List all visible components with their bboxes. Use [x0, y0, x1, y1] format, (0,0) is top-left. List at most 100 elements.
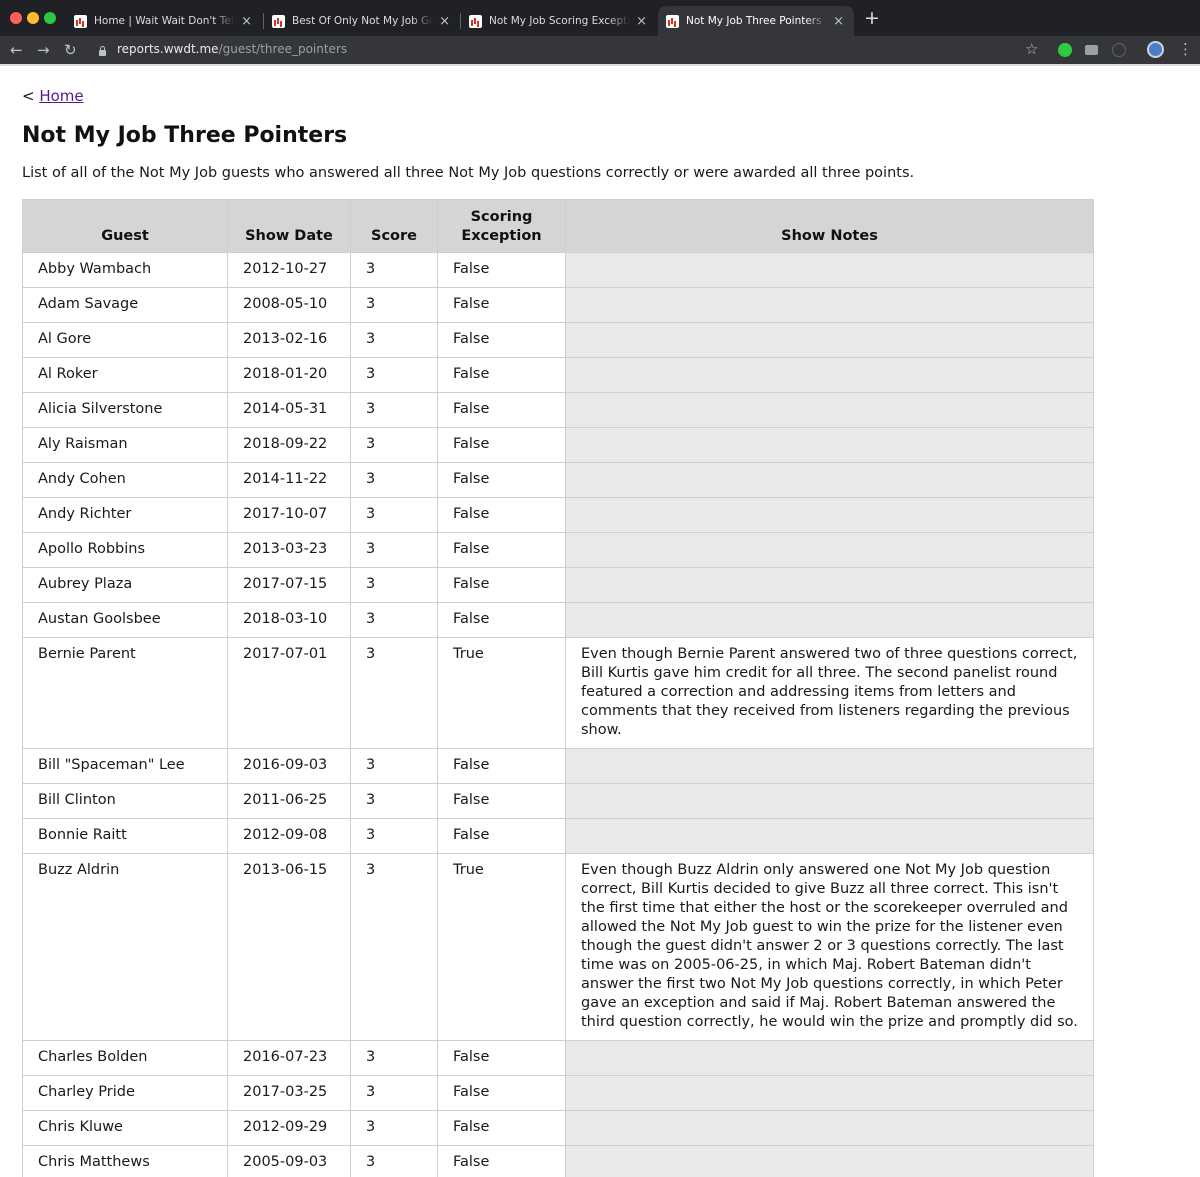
- table-row: Alicia Silverstone 2014-05-31 3 False: [22, 392, 1094, 428]
- tab-title: Home | Wait Wait Don't Tell Me! Stats: [94, 15, 236, 27]
- table-row: Andy Richter 2017-10-07 3 False: [22, 497, 1094, 533]
- score-cell: 3: [350, 392, 438, 428]
- scoring-exception-cell: True: [437, 853, 566, 1041]
- scoring-exception-cell: False: [437, 567, 566, 603]
- show-notes-cell: [565, 783, 1094, 819]
- guest-cell: Andy Cohen: [22, 462, 228, 498]
- tab-title: Not My Job Scoring Exceptions: [489, 15, 631, 27]
- browser-tab[interactable]: Home | Wait Wait Don't Tell Me! Stats ×: [66, 6, 262, 36]
- breadcrumb: < Home: [22, 87, 84, 105]
- guest-cell: Charles Bolden: [22, 1040, 228, 1076]
- guest-cell: Austan Goolsbee: [22, 602, 228, 638]
- tab-close-icon[interactable]: ×: [636, 14, 647, 29]
- guest-cell: Al Roker: [22, 357, 228, 393]
- show-date-cell: 2014-05-31: [227, 392, 351, 428]
- table-row: Adam Savage 2008-05-10 3 False: [22, 287, 1094, 323]
- menu-icon[interactable]: ⋮: [1178, 39, 1193, 59]
- show-notes-cell: [565, 427, 1094, 463]
- extension-icon[interactable]: [1058, 43, 1072, 57]
- browser-tab[interactable]: Best Of Only Not My Job Guests ×: [264, 6, 460, 36]
- show-date-cell: 2016-07-23: [227, 1040, 351, 1076]
- show-notes-cell: Even though Buzz Aldrin only answered on…: [565, 853, 1094, 1041]
- tab-title: Not My Job Three Pointers | Wait Wait: [686, 15, 828, 27]
- browser-tab-active[interactable]: Not My Job Three Pointers | Wait Wait ×: [658, 6, 854, 36]
- scoring-exception-cell: False: [437, 1145, 566, 1177]
- scoring-exception-cell: False: [437, 357, 566, 393]
- guest-cell: Andy Richter: [22, 497, 228, 533]
- show-date-cell: 2005-09-03: [227, 1145, 351, 1177]
- star-icon[interactable]: ☆: [1025, 39, 1038, 59]
- guest-cell: Bill "Spaceman" Lee: [22, 748, 228, 784]
- forward-icon[interactable]: →: [37, 40, 50, 60]
- url-path: /guest/three_pointers: [218, 42, 348, 56]
- show-notes-cell: [565, 602, 1094, 638]
- guest-cell: Bernie Parent: [22, 637, 228, 749]
- column-header-score: Score: [350, 199, 438, 253]
- show-date-cell: 2012-09-29: [227, 1110, 351, 1146]
- scoring-exception-cell: False: [437, 1110, 566, 1146]
- three-pointers-table: Guest Show Date Score Scoring Exception …: [22, 199, 1094, 1177]
- scoring-exception-cell: False: [437, 818, 566, 854]
- scoring-exception-cell: False: [437, 497, 566, 533]
- scoring-exception-cell: False: [437, 287, 566, 323]
- scoring-exception-cell: False: [437, 427, 566, 463]
- score-cell: 3: [350, 252, 438, 288]
- profile-icon[interactable]: [1147, 41, 1164, 58]
- column-header-show-date: Show Date: [227, 199, 351, 253]
- scoring-exception-cell: False: [437, 322, 566, 358]
- show-notes-cell: [565, 1145, 1094, 1177]
- column-header-show-notes: Show Notes: [565, 199, 1094, 253]
- show-date-cell: 2012-09-08: [227, 818, 351, 854]
- score-cell: 3: [350, 357, 438, 393]
- tab-close-icon[interactable]: ×: [439, 14, 450, 29]
- score-cell: 3: [350, 1110, 438, 1146]
- guest-cell: Charley Pride: [22, 1075, 228, 1111]
- show-date-cell: 2017-07-01: [227, 637, 351, 749]
- guest-cell: Aly Raisman: [22, 427, 228, 463]
- camera-icon[interactable]: [1085, 45, 1098, 55]
- show-notes-cell: [565, 1075, 1094, 1111]
- guest-cell: Aubrey Plaza: [22, 567, 228, 603]
- show-notes-cell: [565, 818, 1094, 854]
- score-cell: 3: [350, 748, 438, 784]
- score-cell: 3: [350, 462, 438, 498]
- maximize-window-button[interactable]: [44, 12, 56, 24]
- table-row: Charley Pride 2017-03-25 3 False: [22, 1075, 1094, 1111]
- new-tab-button[interactable]: +: [864, 8, 880, 28]
- column-header-scoring-exception: Scoring Exception: [437, 199, 566, 253]
- show-notes-cell: Even though Bernie Parent answered two o…: [565, 637, 1094, 749]
- info-icon[interactable]: [1112, 43, 1126, 57]
- site-favicon-icon: [74, 14, 87, 28]
- table-row: Buzz Aldrin 2013-06-15 3 True Even though Bu…: [22, 853, 1094, 1041]
- reload-icon[interactable]: ↻: [64, 40, 77, 60]
- address-bar[interactable]: reports.wwdt.me/guest/three_pointers: [117, 42, 347, 56]
- lock-icon[interactable]: [99, 46, 106, 56]
- site-favicon-icon: [469, 14, 482, 28]
- show-date-cell: 2018-01-20: [227, 357, 351, 393]
- scoring-exception-cell: False: [437, 252, 566, 288]
- browser-tab-strip: Home | Wait Wait Don't Tell Me! Stats × …: [0, 0, 1200, 36]
- tab-close-icon[interactable]: ×: [241, 14, 252, 29]
- show-notes-cell: [565, 1040, 1094, 1076]
- scoring-exception-cell: False: [437, 392, 566, 428]
- score-cell: 3: [350, 637, 438, 749]
- show-date-cell: 2012-10-27: [227, 252, 351, 288]
- tab-close-icon[interactable]: ×: [833, 14, 844, 29]
- back-icon[interactable]: ←: [10, 40, 23, 60]
- scoring-exception-cell: False: [437, 1040, 566, 1076]
- guest-cell: Apollo Robbins: [22, 532, 228, 568]
- table-row: Apollo Robbins 2013-03-23 3 False: [22, 532, 1094, 568]
- guest-cell: Bonnie Raitt: [22, 818, 228, 854]
- show-date-cell: 2013-06-15: [227, 853, 351, 1041]
- browser-tab[interactable]: Not My Job Scoring Exceptions ×: [461, 6, 657, 36]
- close-window-button[interactable]: [10, 12, 22, 24]
- show-notes-cell: [565, 748, 1094, 784]
- table-row: Austan Goolsbee 2018-03-10 3 False: [22, 602, 1094, 638]
- show-date-cell: 2013-03-23: [227, 532, 351, 568]
- minimize-window-button[interactable]: [27, 12, 39, 24]
- score-cell: 3: [350, 532, 438, 568]
- column-header-guest: Guest: [22, 199, 228, 253]
- table-row: Bill Clinton 2011-06-25 3 False: [22, 783, 1094, 819]
- show-date-cell: 2016-09-03: [227, 748, 351, 784]
- home-link[interactable]: Home: [39, 87, 83, 105]
